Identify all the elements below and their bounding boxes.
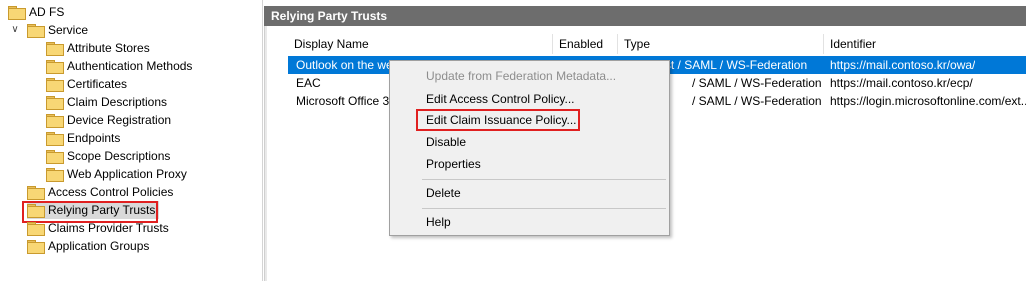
menu-item-edit-access-control-policy[interactable]: Edit Access Control Policy... (391, 88, 668, 110)
folder-icon (27, 204, 45, 218)
tree-node-relying-party-trusts[interactable]: Relying Party Trusts (27, 201, 160, 219)
tree-node-label: Relying Party Trusts (48, 203, 156, 217)
cell-identifier: https://mail.contoso.kr/owa/ (830, 58, 976, 72)
tree-node-label: Claims Provider Trusts (48, 221, 169, 235)
menu-item-delete[interactable]: Delete (391, 182, 668, 204)
column-header-display-name[interactable]: Display Name (288, 34, 553, 54)
folder-icon (27, 222, 45, 236)
tree-node-endpoints[interactable]: Endpoints (46, 129, 120, 147)
tree-node-claims-provider-trusts[interactable]: Claims Provider Trusts (27, 219, 169, 237)
tree-node-label: Claim Descriptions (67, 95, 168, 109)
menu-separator (422, 179, 666, 180)
tree-node-access-control-policies[interactable]: Access Control Policies (27, 183, 173, 201)
folder-icon (46, 168, 64, 182)
folder-icon (46, 132, 64, 146)
tree-node-label: Service (48, 23, 89, 37)
tree-node-label: Attribute Stores (67, 41, 150, 55)
context-menu: Update from Federation Metadata... Edit … (389, 60, 670, 236)
tree-node-application-groups[interactable]: Application Groups (27, 237, 149, 255)
tree-node-label: Authentication Methods (67, 59, 193, 73)
tree-node-label: Web Application Proxy (67, 167, 187, 181)
menu-item-edit-claim-issuance-policy[interactable]: Edit Claim Issuance Policy... (391, 109, 668, 131)
cell-display-name: Outlook on the web (296, 58, 400, 72)
menu-separator (422, 208, 666, 209)
tree-node-scope-descriptions[interactable]: Scope Descriptions (46, 147, 170, 165)
tree-node-adfs[interactable]: AD FS (8, 3, 64, 21)
cell-identifier: https://login.microsoftonline.com/ext... (830, 94, 1026, 108)
cell-identifier: https://mail.contoso.kr/ecp/ (830, 76, 973, 90)
chevron-down-icon[interactable]: ∨ (9, 21, 21, 39)
folder-icon (46, 150, 64, 164)
cell-type: / SAML / WS-Federation (692, 76, 822, 90)
menu-item-properties[interactable]: Properties (391, 153, 668, 175)
tree-node-label: Endpoints (67, 131, 121, 145)
cell-display-name: EAC (296, 76, 321, 90)
cell-display-name: Microsoft Office 365 (296, 94, 403, 108)
tree-node-authentication-methods[interactable]: Authentication Methods (46, 57, 192, 75)
folder-icon (46, 96, 64, 110)
tree-node-label: Device Registration (67, 113, 172, 127)
column-header-type[interactable]: Type (618, 34, 824, 54)
tree-node-claim-descriptions[interactable]: Claim Descriptions (46, 93, 167, 111)
folder-icon (8, 6, 26, 20)
folder-icon (27, 186, 45, 200)
folder-icon (46, 78, 64, 92)
navigation-tree: AD FS ∨ Service Attribute Stores Authent… (0, 0, 263, 281)
tree-node-device-registration[interactable]: Device Registration (46, 111, 171, 129)
menu-item-update-from-federation-metadata[interactable]: Update from Federation Metadata... (391, 65, 668, 87)
column-header-identifier[interactable]: Identifier (824, 34, 1026, 54)
tree-node-service[interactable]: Service (27, 21, 88, 39)
menu-item-help[interactable]: Help (391, 211, 668, 233)
pane-divider[interactable] (264, 26, 267, 281)
folder-icon (46, 60, 64, 74)
tree-node-attribute-stores[interactable]: Attribute Stores (46, 39, 150, 57)
menu-item-disable[interactable]: Disable (391, 131, 668, 153)
folder-icon (27, 240, 45, 254)
tree-node-label: Access Control Policies (48, 185, 174, 199)
pane-title: Relying Party Trusts (264, 6, 1026, 26)
tree-node-certificates[interactable]: Certificates (46, 75, 127, 93)
tree-node-label: Application Groups (48, 239, 150, 253)
tree-node-label: AD FS (29, 5, 65, 19)
folder-icon (27, 24, 45, 38)
cell-type: / SAML / WS-Federation (692, 94, 822, 108)
column-header-enabled[interactable]: Enabled (553, 34, 618, 54)
tree-node-label: Certificates (67, 77, 128, 91)
folder-icon (46, 114, 64, 128)
tree-node-label: Scope Descriptions (67, 149, 171, 163)
folder-icon (46, 42, 64, 56)
tree-node-web-application-proxy[interactable]: Web Application Proxy (46, 165, 187, 183)
